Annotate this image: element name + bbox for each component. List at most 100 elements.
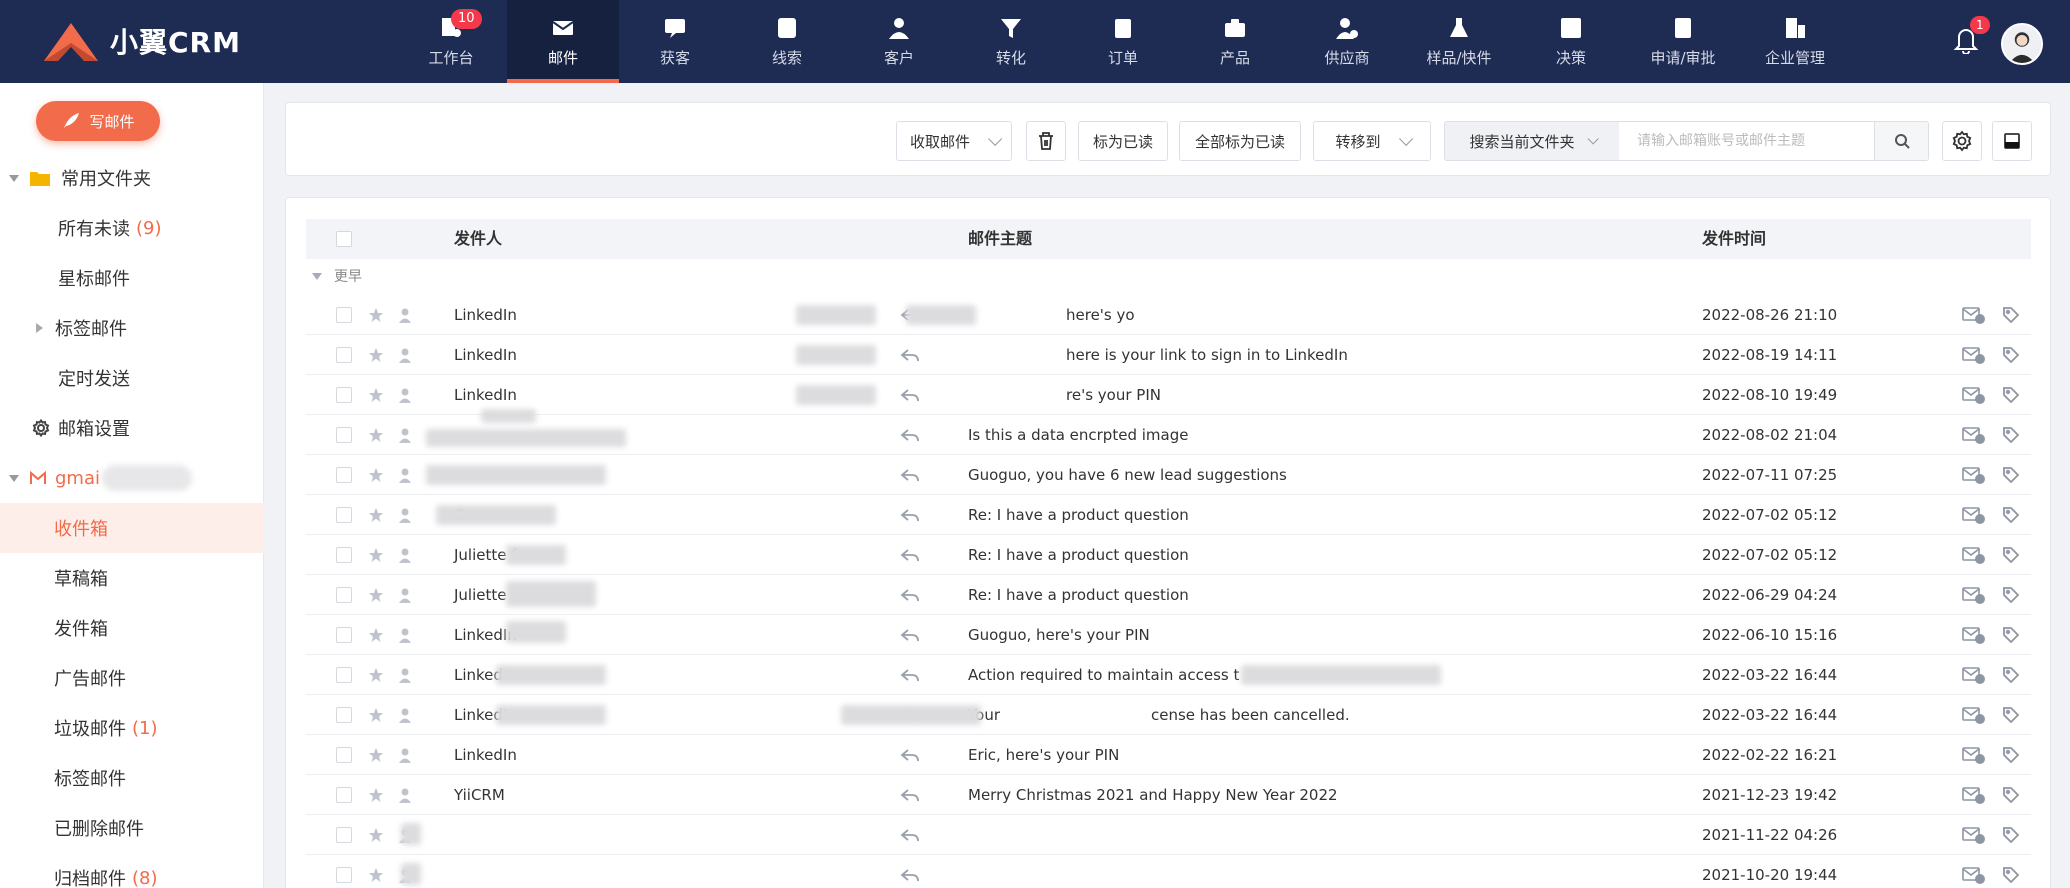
reply-icon[interactable] bbox=[900, 787, 920, 803]
reply-icon[interactable] bbox=[900, 507, 920, 523]
row-checkbox[interactable] bbox=[336, 627, 352, 643]
table-row[interactable]: Juliette fro Re: I have a product questio… bbox=[306, 535, 2031, 575]
reply-icon[interactable] bbox=[900, 667, 920, 683]
row-checkbox[interactable] bbox=[336, 867, 352, 883]
star-icon[interactable] bbox=[368, 827, 384, 843]
mail-status-icon[interactable] bbox=[1962, 545, 1986, 565]
tag-icon[interactable] bbox=[2002, 506, 2020, 524]
nav-item-enterprise[interactable]: 企业管理 bbox=[1739, 0, 1851, 83]
star-icon[interactable] bbox=[368, 347, 384, 363]
table-row[interactable]: LinkedIn re's your PIN 2022-08-10 19:49 bbox=[306, 375, 2031, 415]
row-checkbox[interactable] bbox=[336, 387, 352, 403]
nav-item-mail[interactable]: 邮件 bbox=[507, 0, 619, 83]
star-icon[interactable] bbox=[368, 707, 384, 723]
mail-status-icon[interactable] bbox=[1962, 665, 1986, 685]
reply-icon[interactable] bbox=[900, 867, 920, 883]
tag-icon[interactable] bbox=[2002, 826, 2020, 844]
mail-status-icon[interactable] bbox=[1962, 385, 1986, 405]
sidebar-item-ads[interactable]: 广告邮件 bbox=[0, 653, 264, 703]
star-icon[interactable] bbox=[368, 427, 384, 443]
table-row[interactable]: CRe: I have a product question2022-07-02… bbox=[306, 495, 2031, 535]
receive-mail-dropdown[interactable]: 收取邮件 bbox=[896, 121, 1012, 161]
mail-status-icon[interactable] bbox=[1962, 705, 1986, 725]
table-row[interactable]: Guoguo, you have 6 new lead suggestions 2… bbox=[306, 455, 2031, 495]
row-checkbox[interactable] bbox=[336, 667, 352, 683]
row-checkbox[interactable] bbox=[336, 747, 352, 763]
mail-status-icon[interactable] bbox=[1962, 505, 1986, 525]
star-icon[interactable] bbox=[368, 867, 384, 883]
mail-status-icon[interactable] bbox=[1962, 625, 1986, 645]
reply-icon[interactable] bbox=[900, 347, 920, 363]
search-scope-dropdown[interactable]: 搜索当前文件夹 bbox=[1445, 122, 1619, 160]
sidebar-item-spam[interactable]: 垃圾邮件 (1) bbox=[0, 703, 264, 753]
contact-icon[interactable] bbox=[398, 667, 412, 683]
row-checkbox[interactable] bbox=[336, 787, 352, 803]
layout-toggle-button[interactable] bbox=[1992, 121, 2032, 161]
mail-status-icon[interactable] bbox=[1962, 865, 1986, 885]
contact-icon[interactable] bbox=[398, 307, 412, 323]
notification-bell[interactable]: 1 bbox=[1952, 16, 1990, 58]
star-icon[interactable] bbox=[368, 307, 384, 323]
star-icon[interactable] bbox=[368, 667, 384, 683]
row-checkbox[interactable] bbox=[336, 707, 352, 723]
nav-item-order[interactable]: 订单 bbox=[1067, 0, 1179, 83]
mail-status-icon[interactable] bbox=[1962, 305, 1986, 325]
table-row[interactable]: LinkedIn here's yo 2022-08-26 21:10 bbox=[306, 295, 2031, 335]
reply-icon[interactable] bbox=[900, 547, 920, 563]
nav-item-supplier[interactable]: 供应商 bbox=[1291, 0, 1403, 83]
reply-icon[interactable] bbox=[900, 587, 920, 603]
sidebar-item-archived[interactable]: 归档邮件 (8) bbox=[0, 853, 264, 888]
reply-icon[interactable] bbox=[900, 827, 920, 843]
reply-icon[interactable] bbox=[900, 427, 920, 443]
tag-icon[interactable] bbox=[2002, 306, 2020, 324]
settings-button[interactable] bbox=[1942, 121, 1982, 161]
contact-icon[interactable] bbox=[398, 587, 412, 603]
compose-button[interactable]: 写邮件 bbox=[36, 101, 160, 141]
logo[interactable]: 小翼CRM bbox=[40, 18, 241, 64]
contact-icon[interactable] bbox=[398, 387, 412, 403]
search-button[interactable] bbox=[1874, 122, 1928, 160]
nav-item-sample[interactable]: 样品/快件 bbox=[1403, 0, 1515, 83]
table-row[interactable]: Juliette Re: I have a product question 202… bbox=[306, 575, 2031, 615]
tag-icon[interactable] bbox=[2002, 786, 2020, 804]
mail-status-icon[interactable] bbox=[1962, 465, 1986, 485]
mail-status-icon[interactable] bbox=[1962, 585, 1986, 605]
tag-icon[interactable] bbox=[2002, 426, 2020, 444]
table-row[interactable]: Is this a data encrpted image 2022-08-02 … bbox=[306, 409, 2031, 455]
tag-icon[interactable] bbox=[2002, 546, 2020, 564]
contact-icon[interactable] bbox=[398, 507, 412, 523]
tag-icon[interactable] bbox=[2002, 866, 2020, 884]
contact-icon[interactable] bbox=[398, 747, 412, 763]
nav-item-funnel[interactable]: 转化 bbox=[955, 0, 1067, 83]
tag-icon[interactable] bbox=[2002, 746, 2020, 764]
star-icon[interactable] bbox=[368, 587, 384, 603]
sidebar-item-starred[interactable]: 星标邮件 bbox=[0, 253, 264, 303]
table-row[interactable]: 2021-11-22 04:26 bbox=[306, 815, 2031, 855]
star-icon[interactable] bbox=[368, 787, 384, 803]
row-checkbox[interactable] bbox=[336, 427, 352, 443]
nav-item-customer[interactable]: 客户 bbox=[843, 0, 955, 83]
tag-icon[interactable] bbox=[2002, 706, 2020, 724]
contact-icon[interactable] bbox=[398, 547, 412, 563]
mail-status-icon[interactable] bbox=[1962, 785, 1986, 805]
sidebar-item-tagged[interactable]: 标签邮件 bbox=[0, 303, 264, 353]
reply-icon[interactable] bbox=[900, 627, 920, 643]
mark-all-read-button[interactable]: 全部标为已读 bbox=[1179, 121, 1301, 161]
sidebar-item-drafts[interactable]: 草稿箱 bbox=[0, 553, 264, 603]
tag-icon[interactable] bbox=[2002, 466, 2020, 484]
search-input[interactable] bbox=[1619, 122, 1874, 160]
mail-status-icon[interactable] bbox=[1962, 345, 1986, 365]
star-icon[interactable] bbox=[368, 507, 384, 523]
tag-icon[interactable] bbox=[2002, 626, 2020, 644]
sidebar-item-sent[interactable]: 发件箱 bbox=[0, 603, 264, 653]
sidebar-item-deleted[interactable]: 已删除邮件 bbox=[0, 803, 264, 853]
user-avatar[interactable] bbox=[2001, 23, 2043, 65]
tag-icon[interactable] bbox=[2002, 666, 2020, 684]
contact-icon[interactable] bbox=[398, 347, 412, 363]
column-time[interactable]: 发件时间 bbox=[1702, 219, 1766, 259]
mark-read-button[interactable]: 标为已读 bbox=[1078, 121, 1168, 161]
reply-icon[interactable] bbox=[900, 747, 920, 763]
sidebar-item-scheduled[interactable]: 定时发送 bbox=[0, 353, 264, 403]
sidebar-item-all-unread[interactable]: 所有未读 (9) bbox=[0, 203, 264, 253]
reply-icon[interactable] bbox=[900, 387, 920, 403]
